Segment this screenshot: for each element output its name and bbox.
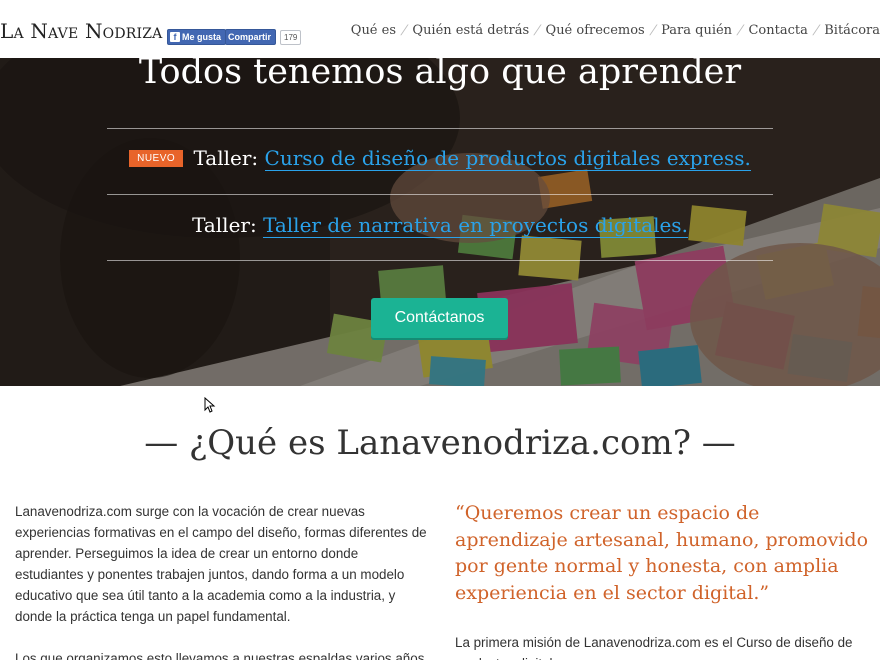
nav-item-que-ofrecemos[interactable]: Qué ofrecemos: [546, 23, 645, 38]
mission-paragraph: La primera misión de Lanavenodriza.com e…: [455, 635, 853, 660]
nav-separator: /: [811, 23, 821, 38]
hero-title: Todos tenemos algo que aprender: [138, 58, 742, 92]
nav-item-para-quien[interactable]: Para quién: [661, 23, 732, 38]
facebook-like-label: Me gusta: [182, 32, 222, 42]
hero-divider: [107, 194, 773, 195]
mouse-pointer-icon: [204, 397, 216, 413]
facebook-icon: f: [170, 32, 180, 42]
facebook-like-button[interactable]: f Me gusta: [167, 29, 227, 45]
workshop-item-1: NUEVO Taller: Curso de diseño de product…: [0, 146, 880, 171]
hero-banner: Todos tenemos algo que aprender NUEVO Ta…: [0, 58, 880, 386]
facebook-share-button[interactable]: Compartir: [225, 29, 277, 45]
site-logo[interactable]: La Nave Nodriza: [0, 19, 162, 43]
contact-button[interactable]: Contáctanos: [371, 298, 508, 338]
workshop-item-2: Taller: Taller de narrativa en proyectos…: [0, 213, 880, 238]
site-header: La Nave Nodriza f Me gusta Compartir 179…: [0, 0, 880, 58]
facebook-share-count: 179: [280, 29, 302, 45]
highlight-quote: “Queremos crear un espacio de aprendizaj…: [455, 502, 869, 604]
workshop-prefix: Taller:: [192, 213, 257, 237]
nav-separator: /: [532, 23, 543, 38]
workshop-link-curso-diseno[interactable]: Curso de diseño de productos digitales e…: [264, 146, 751, 171]
new-badge: NUEVO: [129, 150, 184, 167]
nav-separator: /: [735, 23, 746, 38]
intro-paragraph: Los que organizamos esto llevamos a nues…: [15, 651, 425, 660]
facebook-like-widget: f Me gusta: [167, 29, 227, 45]
facebook-share-widget: Compartir 179: [225, 29, 302, 45]
nav-item-contacta[interactable]: Contacta: [748, 23, 807, 38]
main-nav: Qué es / Quién está detrás / Qué ofrecem…: [351, 23, 880, 38]
nav-item-que-es[interactable]: Qué es: [351, 23, 396, 38]
section-title: — ¿Qué es Lanavenodriza.com? —: [144, 423, 736, 463]
nav-item-quien-esta-detras[interactable]: Quién está detrás: [412, 23, 529, 38]
nav-separator: /: [399, 23, 410, 38]
hero-divider: [107, 128, 773, 129]
workshop-link-narrativa[interactable]: Taller de narrativa en proyectos digital…: [263, 213, 688, 238]
intro-text-column: Lanavenodriza.com surge con la vocación …: [15, 501, 427, 660]
nav-separator: /: [648, 23, 658, 38]
facebook-share-label: Compartir: [228, 32, 272, 42]
intro-paragraph: Lanavenodriza.com surge con la vocación …: [15, 504, 427, 624]
nav-item-bitacora[interactable]: Bitácora: [824, 23, 880, 38]
hero-divider: [107, 260, 773, 261]
workshop-prefix: Taller:: [193, 146, 259, 170]
